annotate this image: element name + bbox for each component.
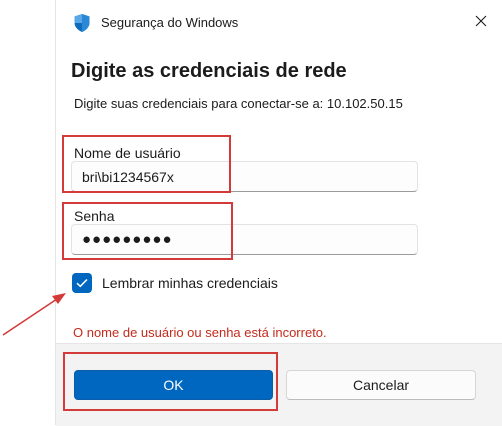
checkmark-icon[interactable] <box>72 273 92 293</box>
close-button[interactable] <box>459 8 502 38</box>
username-value: bri\bi1234567x <box>82 168 174 185</box>
password-value: ●●●●●●●●● <box>82 231 173 248</box>
annotation-arrow <box>2 293 66 336</box>
cancel-button[interactable]: Cancelar <box>286 370 476 400</box>
shield-icon <box>73 13 91 33</box>
window-title: Segurança do Windows <box>101 15 239 30</box>
title-bar: Segurança do Windows <box>56 0 502 44</box>
close-icon <box>475 14 487 32</box>
error-message: O nome de usuário ou senha está incorret… <box>73 325 327 340</box>
ok-button[interactable]: OK <box>74 370 273 400</box>
password-label: Senha <box>74 208 115 224</box>
dialog-footer: OK Cancelar <box>56 343 502 426</box>
connection-target-text: Digite suas credenciais para conectar-se… <box>74 96 403 111</box>
username-input[interactable]: bri\bi1234567x <box>71 161 418 192</box>
username-label: Nome de usuário <box>74 145 181 161</box>
remember-credentials-label: Lembrar minhas credenciais <box>102 275 278 291</box>
credentials-dialog: Segurança do Windows Digite as credencia… <box>55 0 502 426</box>
dialog-heading: Digite as credenciais de rede <box>71 60 347 82</box>
remember-credentials-checkbox[interactable]: Lembrar minhas credenciais <box>72 273 278 293</box>
password-input[interactable]: ●●●●●●●●● <box>71 224 418 255</box>
